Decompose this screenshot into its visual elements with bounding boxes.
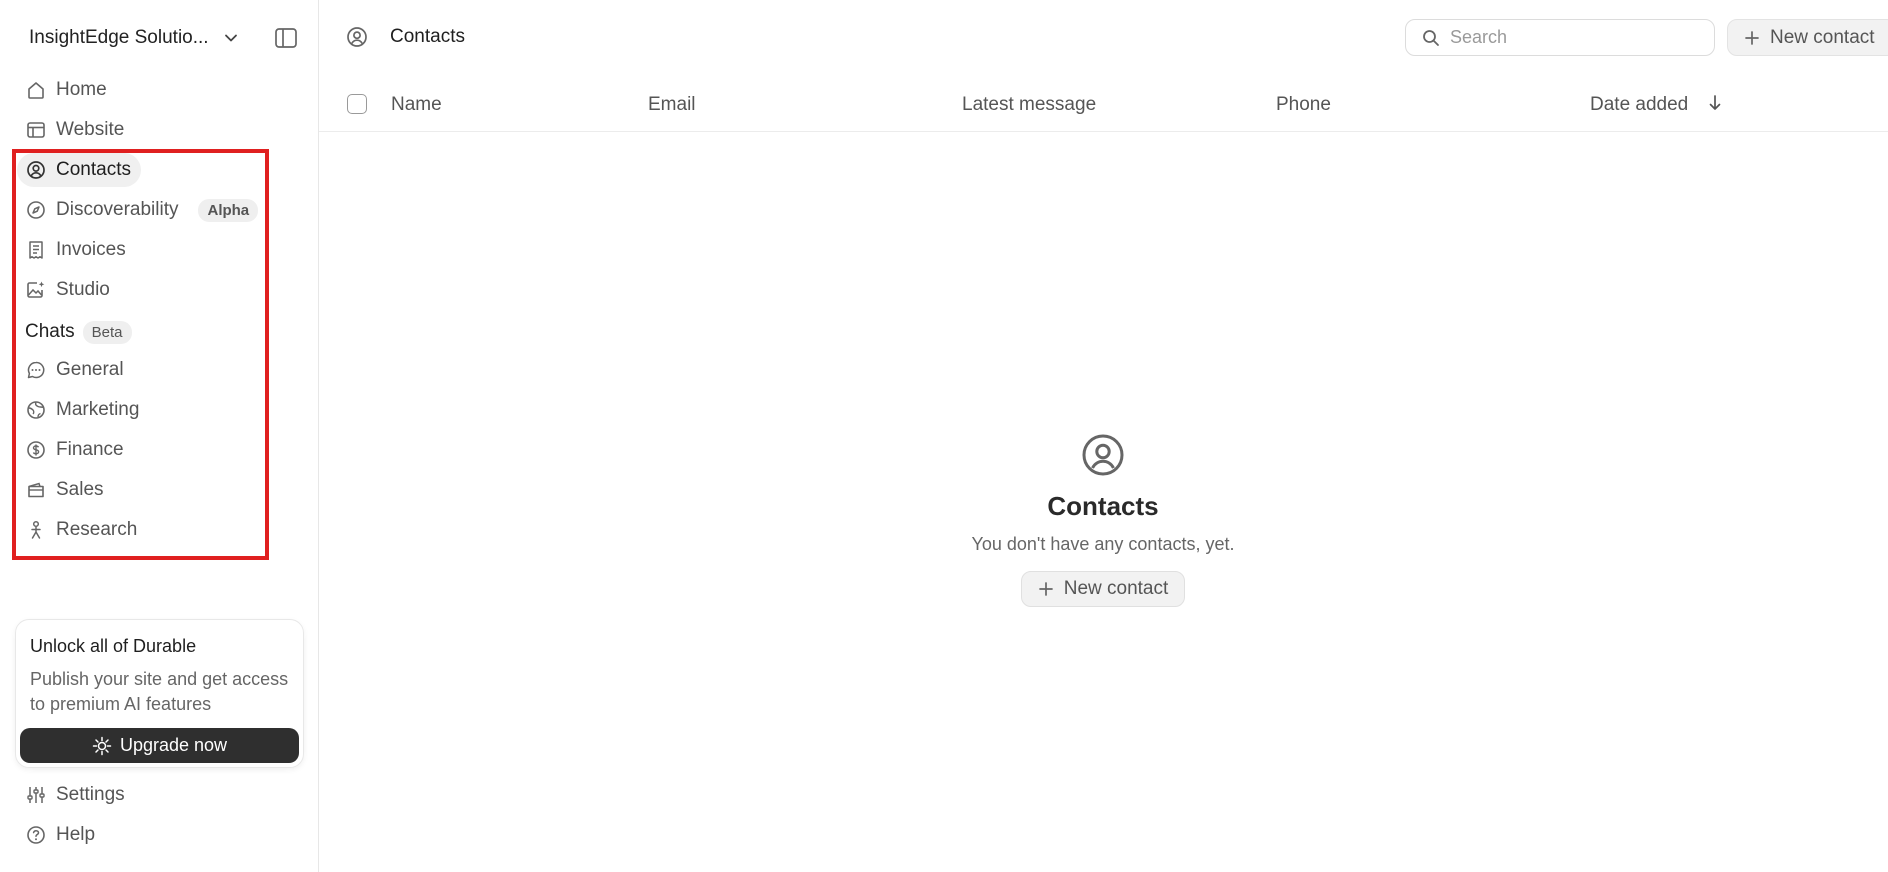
column-header-email[interactable]: Email: [648, 94, 696, 116]
chats-section-label: Chats: [25, 321, 75, 342]
new-contact-label: New contact: [1770, 26, 1875, 48]
sidebar-item-help[interactable]: Help: [17, 818, 105, 852]
sidebar-item-website[interactable]: Website: [17, 113, 134, 147]
person-research-icon: [26, 520, 46, 540]
globe-icon: [26, 400, 46, 420]
wallet-icon: [26, 480, 46, 500]
sidebar-item-general[interactable]: General: [17, 353, 134, 387]
sidebar-item-label: Contacts: [56, 159, 131, 180]
beta-badge: Beta: [82, 320, 132, 344]
sidebar-nav: Home Website Contacts Discoverability Al…: [17, 73, 307, 553]
chevron-down-icon: [224, 34, 237, 42]
sidebar-item-discoverability[interactable]: Discoverability Alpha: [17, 193, 268, 227]
workspace-name: InsightEdge Solutio...: [29, 27, 209, 48]
sidebar-item-contacts[interactable]: Contacts: [17, 153, 141, 187]
chat-bubble-icon: [26, 360, 46, 380]
table-header: Name Email Latest message Phone Date add…: [319, 78, 1888, 132]
sidebar-bottom-nav: Settings Help: [17, 778, 135, 858]
chats-section-header: Chats Beta: [17, 315, 307, 349]
sidebar-item-label: Invoices: [56, 239, 126, 260]
sidebar-item-label: Settings: [56, 784, 125, 805]
website-icon: [26, 120, 46, 140]
sidebar-item-label: Finance: [56, 439, 124, 460]
empty-state-new-contact-button[interactable]: New contact: [1020, 571, 1186, 607]
alpha-badge: Alpha: [198, 198, 259, 222]
arrow-down-icon: [1709, 95, 1720, 110]
sidebar-item-label: Research: [56, 519, 138, 540]
column-header-latest-message[interactable]: Latest message: [962, 94, 1096, 116]
sidebar-item-label: General: [56, 359, 124, 380]
sidebar-panel-icon: [275, 28, 297, 48]
sidebar-item-label: Website: [56, 119, 125, 140]
app-window: InsightEdge Solutio... Home Website Cont…: [0, 0, 1888, 872]
empty-state: Contacts You don't have any contacts, ye…: [319, 433, 1887, 607]
page-title: Contacts: [390, 26, 465, 47]
sidebar-item-invoices[interactable]: Invoices: [17, 233, 136, 267]
dollar-icon: [26, 440, 46, 460]
select-all-checkbox[interactable]: [347, 94, 367, 114]
sidebar: InsightEdge Solutio... Home Website Cont…: [0, 0, 319, 872]
sidebar-item-settings[interactable]: Settings: [17, 778, 135, 812]
top-bar: Contacts New contact: [319, 0, 1888, 76]
empty-state-message: You don't have any contacts, yet.: [971, 534, 1235, 554]
workspace-switcher[interactable]: InsightEdge Solutio...: [29, 22, 239, 54]
sidebar-item-research[interactable]: Research: [17, 513, 147, 547]
compass-icon: [26, 200, 46, 220]
contacts-icon: [26, 160, 46, 180]
sidebar-item-label: Help: [56, 824, 96, 845]
empty-state-title: Contacts: [1047, 491, 1159, 521]
column-header-name[interactable]: Name: [391, 94, 442, 116]
upgrade-promo-card: Unlock all of Durable Publish your site …: [15, 619, 304, 768]
upgrade-now-label: Upgrade now: [119, 735, 228, 755]
sidebar-item-sales[interactable]: Sales: [17, 473, 114, 507]
sidebar-item-marketing[interactable]: Marketing: [17, 393, 149, 427]
upgrade-now-button[interactable]: Upgrade now: [20, 728, 299, 763]
contacts-icon: [347, 27, 367, 47]
plus-icon: [1745, 30, 1759, 45]
sidebar-item-label: Discoverability: [56, 199, 179, 220]
sidebar-item-label: Home: [56, 79, 107, 100]
sidebar-item-label: Marketing: [56, 399, 140, 420]
settings-sliders-icon: [26, 785, 46, 805]
plus-icon: [1038, 582, 1053, 596]
column-header-date-added[interactable]: Date added: [1590, 94, 1722, 116]
sun-sparkle-icon: [92, 736, 112, 755]
sidebar-item-home[interactable]: Home: [17, 73, 117, 107]
column-header-phone[interactable]: Phone: [1276, 94, 1331, 116]
help-icon: [26, 825, 46, 845]
sidebar-item-label: Sales: [56, 479, 104, 500]
search-input[interactable]: [1450, 27, 1690, 48]
search-box[interactable]: [1405, 19, 1715, 56]
receipt-icon: [26, 240, 46, 260]
new-contact-button[interactable]: New contact: [1727, 19, 1888, 56]
sidebar-toggle-button[interactable]: [274, 26, 298, 50]
main-content: Contacts New contact Name Email Latest m…: [319, 0, 1888, 872]
new-contact-label: New contact: [1063, 578, 1169, 599]
promo-title: Unlock all of Durable: [30, 636, 197, 656]
search-icon: [1423, 29, 1439, 46]
column-header-label: Date added: [1590, 94, 1689, 115]
image-sparkle-icon: [26, 280, 46, 300]
sidebar-item-studio[interactable]: Studio: [17, 273, 120, 307]
promo-text: Publish your site and get access to prem…: [30, 669, 289, 714]
sidebar-item-finance[interactable]: Finance: [17, 433, 134, 467]
home-icon: [26, 80, 46, 100]
contacts-icon: [1082, 434, 1124, 476]
sidebar-item-label: Studio: [56, 279, 110, 300]
